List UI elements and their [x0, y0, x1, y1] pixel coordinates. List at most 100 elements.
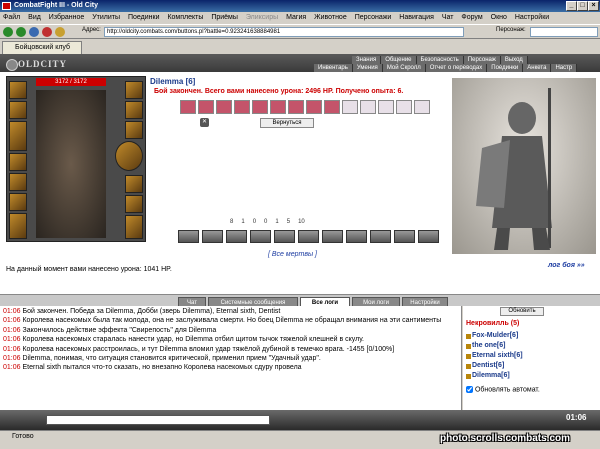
ability-icon[interactable]: [370, 230, 391, 243]
menu-navigation[interactable]: Навигация: [396, 14, 437, 21]
back-icon[interactable]: [3, 27, 13, 37]
minimize-button[interactable]: _: [566, 1, 577, 11]
battle-slot-empty[interactable]: [414, 100, 430, 114]
nav-inventory[interactable]: Инвентарь: [314, 64, 353, 72]
battle-slot-icon[interactable]: [180, 100, 196, 114]
battle-slot-empty[interactable]: [378, 100, 394, 114]
menu-chat[interactable]: Чат: [439, 14, 457, 21]
menu-elixirs[interactable]: Эликсиры: [243, 14, 281, 21]
battle-slot-empty[interactable]: [360, 100, 376, 114]
battle-slot-icon[interactable]: [270, 100, 286, 114]
chat-log: 01:06 Бой закончен. Победа за Dilemma, Д…: [0, 306, 462, 410]
battle-log-link[interactable]: лог боя »»: [548, 262, 585, 269]
person-select[interactable]: [530, 27, 598, 37]
battle-slot-icon[interactable]: [288, 100, 304, 114]
battle-slot-icon[interactable]: [234, 100, 250, 114]
nav-skills[interactable]: Умения: [352, 64, 383, 72]
cancel-icon[interactable]: ✕: [200, 118, 209, 127]
menu-skills[interactable]: Приёмы: [208, 14, 241, 21]
ability-icon[interactable]: [418, 230, 439, 243]
battle-slot-empty[interactable]: [396, 100, 412, 114]
slot-amulet-icon[interactable]: [9, 101, 27, 119]
menu-settings[interactable]: Настройки: [512, 14, 552, 21]
refresh-button[interactable]: Обновить: [500, 307, 544, 316]
slot-earring-icon[interactable]: [125, 81, 143, 99]
ability-icon[interactable]: [178, 230, 199, 243]
slot-belt-icon[interactable]: [9, 173, 27, 191]
ability-icon[interactable]: [346, 230, 367, 243]
nav-transfers[interactable]: Отчет о переводах: [425, 64, 488, 72]
menu-characters[interactable]: Персонажи: [352, 14, 395, 21]
battle-slot-icon[interactable]: [324, 100, 340, 114]
chat-input[interactable]: [46, 415, 270, 425]
nav-security[interactable]: Безопасность: [416, 56, 464, 64]
menu-file[interactable]: Файл: [0, 14, 23, 21]
menu-forum[interactable]: Форум: [458, 14, 485, 21]
ability-icon[interactable]: [202, 230, 223, 243]
close-button[interactable]: ×: [588, 1, 599, 11]
menu-fights[interactable]: Поединки: [125, 14, 163, 21]
player-entry[interactable]: Dilemma[6]: [466, 372, 510, 379]
menu-animal[interactable]: Животное: [311, 14, 350, 21]
slot-boots-icon[interactable]: [125, 215, 143, 239]
nav-profile[interactable]: Анкета: [523, 64, 552, 72]
ability-icon[interactable]: [298, 230, 319, 243]
battle-slot-icon[interactable]: [306, 100, 322, 114]
maximize-button[interactable]: □: [577, 1, 588, 11]
address-input[interactable]: http://oldcity.combats.com/buttons.pl?ba…: [104, 27, 464, 37]
menu-view[interactable]: Вид: [25, 14, 44, 21]
home-icon[interactable]: [55, 27, 65, 37]
all-dead-link[interactable]: [ Все мертвы ]: [268, 251, 317, 258]
battle-slot-icon[interactable]: [252, 100, 268, 114]
nav-exit[interactable]: Выход: [500, 56, 528, 64]
refresh-icon[interactable]: [29, 27, 39, 37]
slot-leggings-icon[interactable]: [125, 175, 143, 193]
ability-icon[interactable]: [274, 230, 295, 243]
battle-slot-icon[interactable]: [198, 100, 214, 114]
menu-window[interactable]: Окно: [488, 14, 510, 21]
slot-armor-icon[interactable]: [9, 153, 27, 171]
player-entry[interactable]: Dentist[6]: [465, 362, 504, 369]
slot-gloves-icon[interactable]: [9, 213, 27, 239]
nav-scroll[interactable]: Мой Скролл: [382, 64, 426, 72]
menu-magic[interactable]: Магия: [283, 14, 309, 21]
nav-character[interactable]: Персонаж: [463, 56, 501, 64]
chat-time: 01:06: [3, 345, 21, 353]
nav-knowledge[interactable]: Знания: [352, 56, 382, 64]
ability-icon[interactable]: [322, 230, 343, 243]
slot-cloak-icon[interactable]: [125, 195, 143, 213]
nav-communication[interactable]: Общение: [381, 56, 417, 64]
window-title: CombatFight III - Old City: [14, 2, 98, 9]
auto-refresh-checkbox[interactable]: [466, 386, 473, 393]
battle-slot-icon[interactable]: [216, 100, 232, 114]
character-name[interactable]: Dilemma [6]: [150, 77, 195, 86]
slot-shield-icon[interactable]: [115, 141, 143, 171]
ability-icon[interactable]: [226, 230, 247, 243]
game-logo: OLDCITY: [4, 56, 74, 72]
menu-favorites[interactable]: Избранное: [46, 14, 87, 21]
return-button[interactable]: Вернуться: [260, 118, 314, 128]
address-label: Адрес:: [82, 27, 101, 33]
nav-settings[interactable]: Настр: [551, 64, 578, 72]
slot-bracer-icon[interactable]: [9, 193, 27, 211]
player-entry[interactable]: the one[6]: [465, 342, 505, 349]
player-entry[interactable]: Fox-Mulder[6]: [465, 332, 518, 339]
forward-icon[interactable]: [16, 27, 26, 37]
slot-ring2-icon[interactable]: [125, 121, 143, 139]
chat-line: 01:06 Королева насекомых была так молода…: [3, 316, 458, 325]
stop-icon[interactable]: [42, 27, 52, 37]
nav-fights[interactable]: Поединки: [487, 64, 524, 72]
slot-ring-icon[interactable]: [125, 101, 143, 119]
menu-sets[interactable]: Комплекты: [164, 14, 206, 21]
stat-value: 0: [264, 219, 268, 225]
menu-bar: Файл Вид Избранное Утилиты Поединки Комп…: [0, 12, 600, 24]
battle-slot-empty[interactable]: [342, 100, 358, 114]
ability-icon[interactable]: [394, 230, 415, 243]
tab-fight-club[interactable]: Бойцовский клуб: [2, 41, 82, 54]
chat-time: 01:06: [3, 355, 21, 363]
slot-helmet-icon[interactable]: [9, 81, 27, 99]
player-entry[interactable]: Eternal sixth[6]: [466, 352, 523, 359]
slot-weapon-icon[interactable]: [9, 121, 27, 151]
ability-icon[interactable]: [250, 230, 271, 243]
menu-utilities[interactable]: Утилиты: [89, 14, 123, 21]
